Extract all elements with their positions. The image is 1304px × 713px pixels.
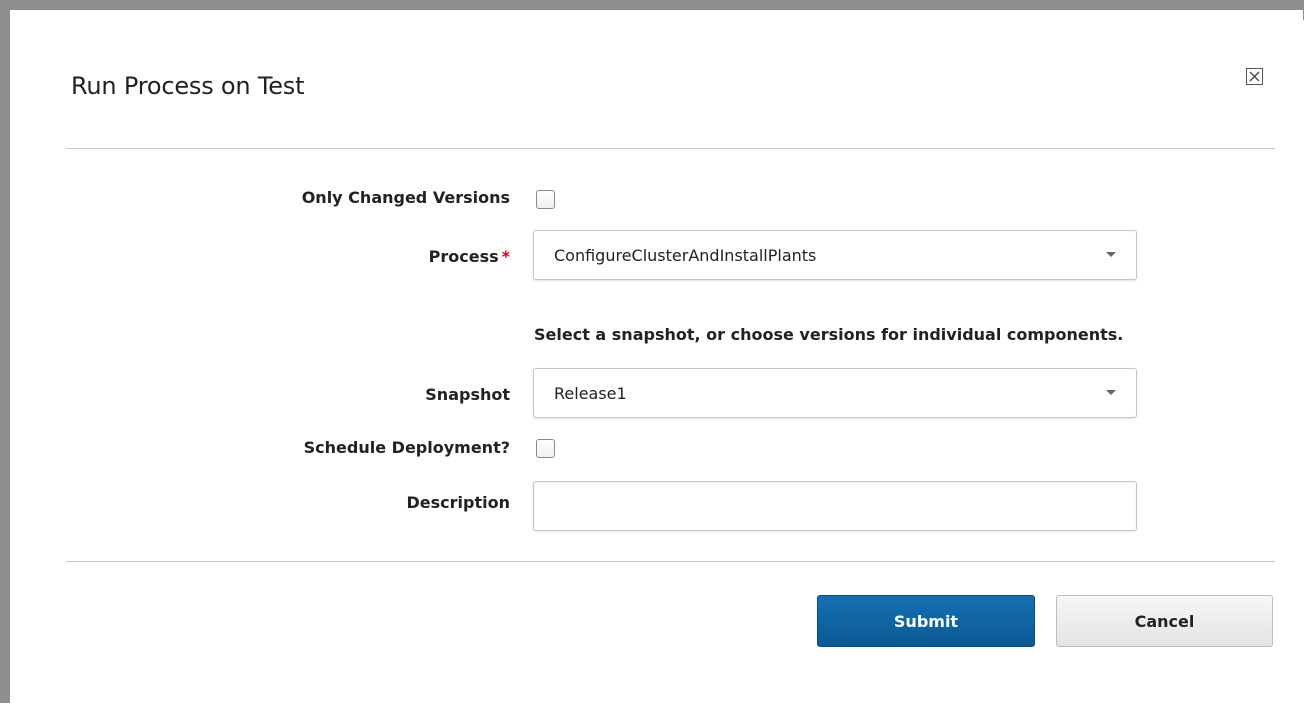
chevron-down-icon xyxy=(1106,390,1116,395)
window-frame: Run Process on Test Only Changed Version… xyxy=(0,0,1304,713)
description-input[interactable] xyxy=(533,481,1137,531)
submit-button[interactable]: Submit xyxy=(817,595,1035,647)
process-select[interactable]: ConfigureClusterAndInstallPlants xyxy=(533,230,1137,280)
dialog-title: Run Process on Test xyxy=(71,72,305,100)
process-select-value: ConfigureClusterAndInstallPlants xyxy=(554,246,817,265)
chevron-down-icon xyxy=(1106,252,1116,257)
process-label-text: Process xyxy=(428,247,499,266)
run-process-dialog: Run Process on Test Only Changed Version… xyxy=(20,20,1304,713)
header-divider xyxy=(66,148,1275,149)
only-changed-versions-checkbox[interactable] xyxy=(536,190,555,209)
footer-divider xyxy=(66,561,1275,562)
required-marker: * xyxy=(501,247,510,266)
snapshot-label: Snapshot xyxy=(425,385,510,404)
schedule-deployment-label: Schedule Deployment? xyxy=(303,438,510,457)
snapshot-hint-text: Select a snapshot, or choose versions fo… xyxy=(534,325,1124,344)
schedule-deployment-checkbox[interactable] xyxy=(536,439,555,458)
only-changed-versions-label: Only Changed Versions xyxy=(301,188,510,207)
process-label: Process * xyxy=(429,247,510,266)
close-icon[interactable] xyxy=(1246,68,1263,85)
snapshot-select-value: Release1 xyxy=(554,384,627,403)
snapshot-select[interactable]: Release1 xyxy=(533,368,1137,418)
cancel-button[interactable]: Cancel xyxy=(1056,595,1273,647)
description-label: Description xyxy=(406,493,510,512)
